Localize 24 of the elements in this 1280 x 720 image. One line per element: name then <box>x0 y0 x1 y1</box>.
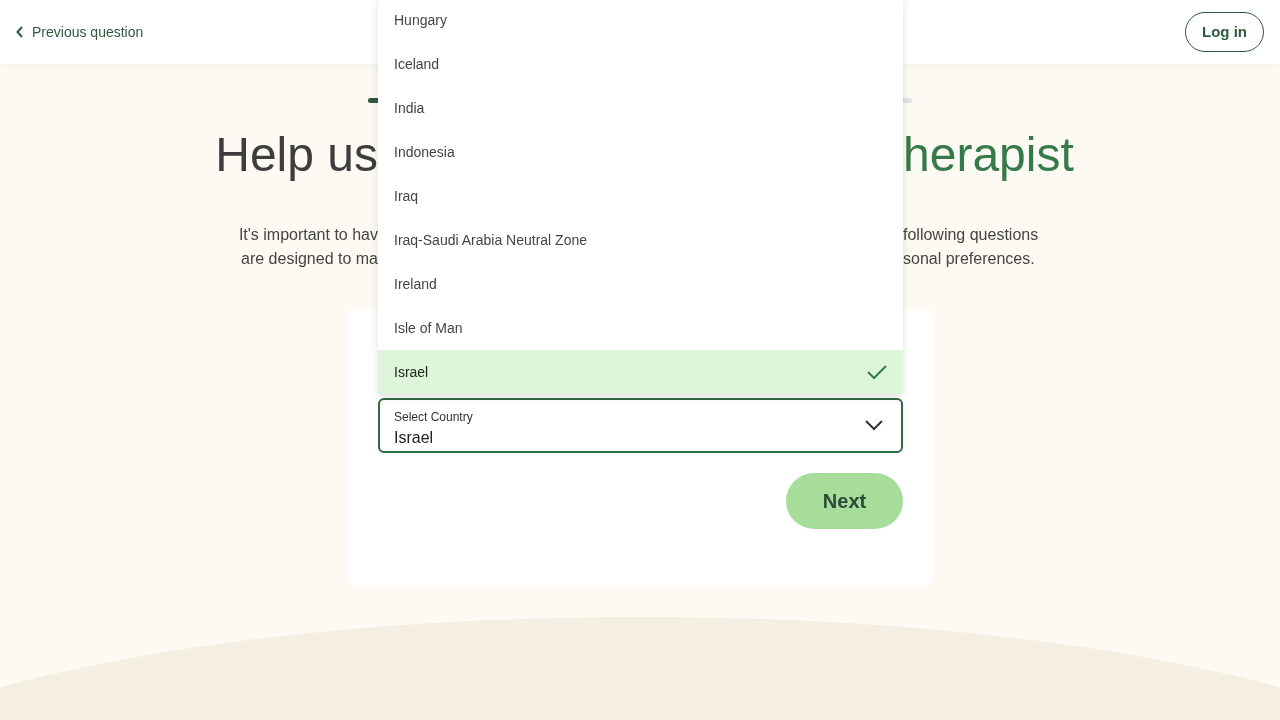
chevron-left-icon <box>16 26 24 38</box>
intro-text: It's important to hav <box>237 225 378 245</box>
chevron-down-icon <box>865 420 883 431</box>
intro-text: following questions <box>903 225 1040 245</box>
previous-question-link[interactable]: Previous question <box>16 21 144 43</box>
country-option[interactable]: India <box>378 86 903 130</box>
checkmark-icon <box>867 364 887 380</box>
country-select[interactable]: Select Country Israel <box>378 398 903 453</box>
country-option[interactable]: Isle of Man <box>378 306 903 350</box>
country-option[interactable]: Iraq-Saudi Arabia Neutral Zone <box>378 218 903 262</box>
select-label: Select Country <box>394 409 473 426</box>
select-value: Israel <box>394 428 434 448</box>
country-option[interactable]: Israel <box>378 350 903 394</box>
country-option[interactable]: Iraq <box>378 174 903 218</box>
country-option[interactable]: Iceland <box>378 42 903 86</box>
log-in-button[interactable]: Log in <box>1185 11 1264 53</box>
intro-text: are designed to ma <box>240 249 378 269</box>
intro-text: sonal preferences. <box>903 249 1036 269</box>
heading: herapist <box>903 131 1075 179</box>
country-option[interactable]: Ireland <box>378 262 903 306</box>
heading: Help us <box>214 131 378 179</box>
country-option[interactable]: Hungary <box>378 0 903 42</box>
next-button[interactable]: Next <box>786 473 903 529</box>
country-option[interactable]: Indonesia <box>378 130 903 174</box>
